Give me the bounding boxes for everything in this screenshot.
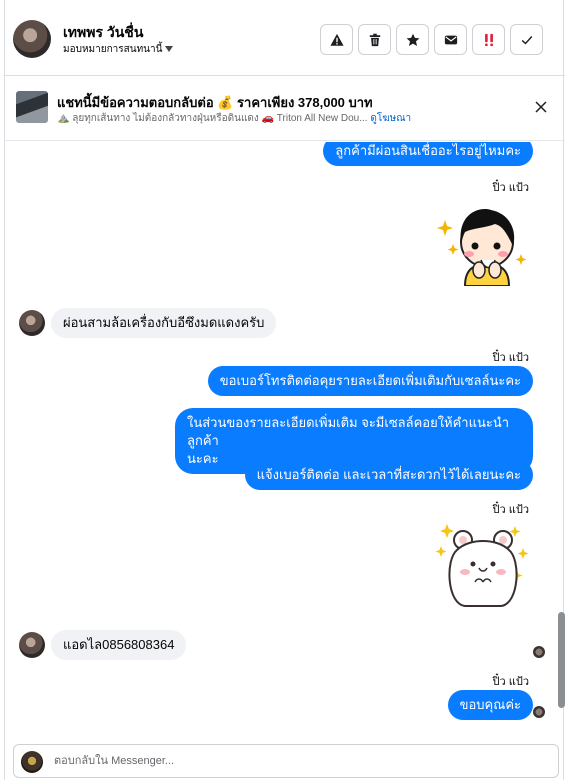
message-outgoing[interactable]: แจ้งเบอร์ติดต่อ และเวลาที่สะดวกไว้ได้เลย… [244,460,533,490]
assign-conversation-dropdown[interactable]: มอบหมายการสนทนานี้ [63,42,174,57]
follow-up-button[interactable] [472,24,505,55]
ad-description: ⛰️ ลุยทุกเส้นทาง ไม่ต้องกลัวทางฝุ่นหรือด… [57,113,368,124]
contact-avatar-small[interactable] [19,632,45,658]
conversation-header: เทพพร วันชื่น มอบหมายการสนทนานี้ [5,0,565,76]
page-avatar [21,751,43,773]
ad-context-banner: แชทนี้มีข้อความตอบกลับต่อ 💰 ราคาเพียง 37… [5,77,565,141]
delete-button[interactable] [358,24,391,55]
trash-icon [369,33,380,46]
seen-avatar [533,646,545,658]
message-thread[interactable]: ลูกค้ามีผ่อนสินเชื่ออะไรอยู่ไหมคะ ปิ๋ว แ… [5,142,565,736]
sender-name: ปิ๋ว แป้ว [492,676,529,688]
spam-button[interactable] [320,24,353,55]
message-incoming[interactable]: ผ่อนสามล้อเครื่องกับอีซึงมดแดงครับ [51,308,277,338]
seen-avatar [533,706,545,718]
mark-unread-button[interactable] [434,24,467,55]
envelope-icon [444,35,457,44]
mark-done-button[interactable] [510,24,543,55]
caret-down-icon [165,46,174,53]
scrollbar-thumb[interactable] [558,612,565,708]
conversation-panel: เทพพร วันชื่น มอบหมายการสนทนานี้ แชทนี้ม… [4,0,565,780]
message-outgoing[interactable]: ลูกค้ามีผ่อนสินเชื่ออะไรอยู่ไหมคะ [323,142,533,166]
star-icon [406,33,419,46]
sticker-girl-image[interactable] [435,198,531,286]
warning-icon [329,33,344,46]
sender-name: ปิ๋ว แป้ว [492,182,529,194]
contact-name[interactable]: เทพพร วันชื่น [63,22,143,44]
contact-avatar[interactable] [13,20,51,58]
assign-label: มอบหมายการสนทนานี้ [63,44,163,55]
ad-thumbnail[interactable] [16,91,48,123]
message-incoming[interactable]: แอดไล0856808364 [51,630,187,660]
reply-composer [13,744,559,778]
message-outgoing[interactable]: ขอเบอร์โทรติดต่อคุยรายละเอียดเพิ่มเติมกั… [207,366,533,396]
close-icon[interactable] [533,99,549,115]
ad-subtitle: ⛰️ ลุยทุกเส้นทาง ไม่ต้องกลัวทางฝุ่นหรือด… [57,111,411,126]
sticker-hamster-image[interactable] [435,520,531,610]
contact-avatar-small[interactable] [19,310,45,336]
sender-name: ปิ๋ว แป้ว [492,504,529,516]
check-icon [521,35,532,44]
ad-title: แชทนี้มีข้อความตอบกลับต่อ 💰 ราคาเพียง 37… [57,95,373,110]
message-line: ในส่วนของรายละเอียดเพิ่มเติม จะมีเซลล์คอ… [187,415,510,448]
star-button[interactable] [396,24,429,55]
message-outgoing[interactable]: ขอบคุณค่ะ [447,690,533,720]
view-ad-link[interactable]: ดูโฆษณา [370,113,411,124]
sender-name: ปิ๋ว แป้ว [492,352,529,364]
reply-input[interactable] [52,751,532,771]
double-exclamation-icon [484,33,493,46]
